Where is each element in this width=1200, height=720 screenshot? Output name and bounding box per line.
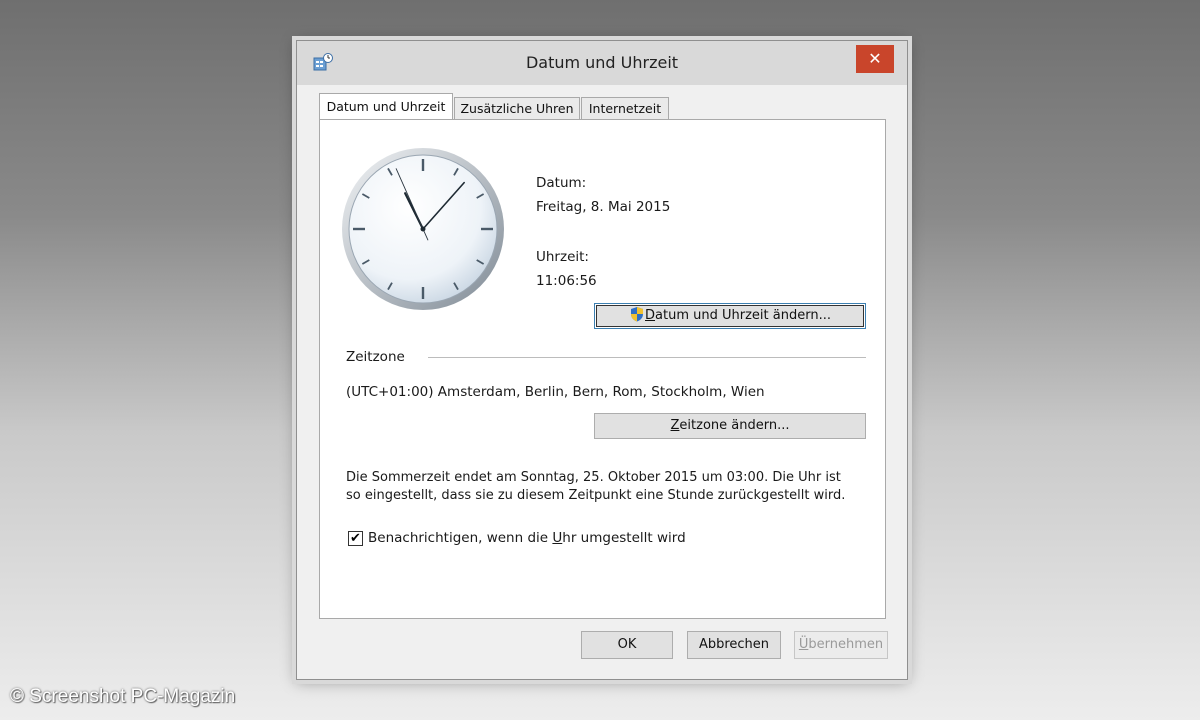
date-value: Freitag, 8. Mai 2015 — [536, 199, 671, 215]
change-date-time-label-post: atum und Uhrzeit ändern... — [655, 308, 831, 323]
notify-label-mnemonic: U — [552, 530, 563, 546]
timezone-heading: Zeitzone — [346, 349, 405, 365]
apply-mnemonic: Ü — [798, 637, 809, 652]
dst-info-line2: so eingestellt, dass sie zu diesem Zeitp… — [346, 488, 846, 503]
tab-internet-time[interactable]: Internetzeit — [581, 97, 669, 119]
notify-label[interactable]: Benachrichtigen, wenn die Uhr umgestellt… — [368, 530, 686, 546]
notify-checkbox[interactable]: ✔ — [348, 531, 363, 546]
notify-label-pre: Benachrichtigen, wenn die — [368, 530, 553, 546]
tab-panel: Datum: Freitag, 8. Mai 2015 Uhrzeit: 11:… — [319, 119, 886, 619]
change-date-time-button[interactable]: Datum und Uhrzeit ändern... — [594, 303, 866, 329]
date-label: Datum: — [536, 175, 587, 191]
tab-additional-clocks[interactable]: Zusätzliche Uhren — [454, 97, 580, 119]
change-timezone-label-post: eitzone ändern... — [679, 418, 790, 433]
apply-button[interactable]: Übernehmen — [794, 631, 888, 659]
analog-clock — [342, 148, 504, 310]
timezone-divider — [428, 357, 866, 358]
watermark: © Screenshot PC-Magazin — [10, 686, 236, 707]
time-label: Uhrzeit: — [536, 249, 589, 265]
tab-date-time[interactable]: Datum und Uhrzeit — [319, 93, 453, 119]
notify-label-post: hr umgestellt wird — [562, 530, 686, 546]
ok-button[interactable]: OK — [581, 631, 673, 659]
date-time-dialog: Datum und Uhrzeit ✕ Datum und Uhrzeit Zu… — [296, 40, 908, 680]
dst-info-line1: Die Sommerzeit endet am Sonntag, 25. Okt… — [346, 470, 841, 485]
change-timezone-button[interactable]: Zeitzone ändern... — [594, 413, 866, 439]
cancel-button[interactable]: Abbrechen — [687, 631, 781, 659]
title-bar: Datum und Uhrzeit ✕ — [297, 41, 907, 85]
timezone-value: (UTC+01:00) Amsterdam, Berlin, Bern, Rom… — [346, 384, 765, 400]
window-title: Datum und Uhrzeit — [525, 53, 679, 72]
change-date-time-mnemonic: D — [645, 308, 656, 323]
close-button[interactable]: ✕ — [856, 45, 894, 73]
apply-label-post: bernehmen — [808, 637, 884, 652]
time-value: 11:06:56 — [536, 273, 597, 289]
uac-shield-icon — [631, 307, 644, 322]
